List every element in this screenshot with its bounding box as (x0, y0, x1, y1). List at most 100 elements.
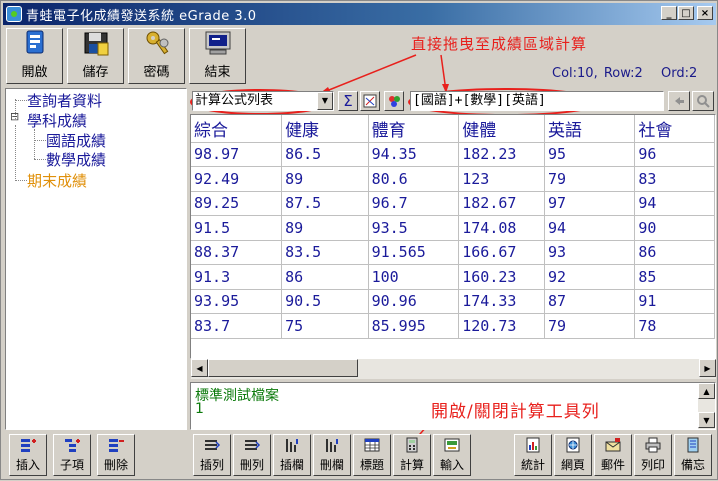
horizontal-scrollbar[interactable]: ◀ ▶ (191, 359, 716, 379)
tree-item-chinese-grades[interactable]: 國語成績 (46, 130, 106, 151)
delete-column-button[interactable]: 刪欄 (313, 434, 351, 476)
grade-cell[interactable]: 92.49 (191, 166, 283, 192)
statistics-button[interactable]: 統計 (514, 434, 552, 476)
column-header[interactable]: 體育 (368, 115, 460, 143)
column-header[interactable]: 社會 (634, 115, 715, 143)
grade-cell[interactable]: 89.25 (191, 191, 283, 216)
grade-cell[interactable]: 86.5 (281, 142, 369, 167)
scroll-right-icon[interactable]: ▶ (699, 359, 716, 377)
delete-row-button[interactable]: 刪列 (233, 434, 271, 476)
grade-cell[interactable]: 87.5 (281, 191, 369, 216)
grade-cell[interactable]: 96 (634, 142, 715, 167)
grade-cell[interactable]: 93.95 (191, 289, 283, 314)
grade-cell[interactable]: 174.08 (458, 215, 545, 241)
web-button[interactable]: 網頁 (554, 434, 592, 476)
grade-cell[interactable]: 174.33 (458, 289, 545, 314)
grade-cell[interactable]: 91.3 (191, 264, 283, 290)
grade-cell[interactable]: 93 (544, 240, 636, 265)
tree-item-subject-grades[interactable]: 學科成績 (27, 110, 87, 131)
delete-node-button[interactable]: 刪除 (97, 434, 135, 476)
grade-cell[interactable]: 75 (281, 313, 369, 339)
grade-cell[interactable]: 91.565 (368, 240, 460, 265)
formula-back-button[interactable] (668, 91, 690, 111)
grade-cell[interactable]: 85.995 (368, 313, 460, 339)
grade-cell[interactable]: 79 (544, 313, 636, 339)
grade-cell[interactable]: 120.73 (458, 313, 545, 339)
grade-cell[interactable]: 182.23 (458, 142, 545, 167)
grade-cell[interactable]: 83.5 (281, 240, 369, 265)
sum-button[interactable]: Σ (338, 91, 358, 111)
scroll-thumb[interactable] (208, 359, 358, 377)
open-button[interactable]: 開啟 (6, 28, 63, 84)
scroll-down-icon[interactable]: ▼ (698, 412, 715, 428)
grade-cell[interactable]: 90.96 (368, 289, 460, 314)
grade-cell[interactable]: 79 (544, 166, 636, 192)
grade-cell[interactable]: 83.7 (191, 313, 283, 339)
minimize-button[interactable]: _ (661, 6, 677, 20)
grade-cell[interactable]: 94.35 (368, 142, 460, 167)
grade-cell[interactable]: 90 (634, 215, 715, 241)
grade-cell[interactable]: 83 (634, 166, 715, 192)
grade-cell[interactable]: 86 (281, 264, 369, 290)
grade-cell[interactable]: 89 (281, 166, 369, 192)
close-button[interactable]: × (697, 6, 713, 20)
chevron-down-icon[interactable]: ▼ (317, 92, 333, 110)
grade-cell[interactable]: 91.5 (191, 215, 283, 241)
formula-find-button[interactable] (692, 91, 714, 111)
grade-cell[interactable]: 78 (634, 313, 715, 339)
column-header[interactable]: 健康 (281, 115, 369, 143)
memo-vertical-scrollbar[interactable]: ▲ ▼ (698, 383, 715, 429)
column-header[interactable]: 健體 (458, 115, 545, 143)
header-button[interactable]: 標題 (353, 434, 391, 476)
grade-cell[interactable]: 97 (544, 191, 636, 216)
insert-node-button[interactable]: 插入 (9, 434, 47, 476)
app-icon[interactable] (6, 6, 22, 22)
column-header[interactable]: 英語 (544, 115, 636, 143)
insert-row-button[interactable]: 插列 (193, 434, 231, 476)
grade-cell[interactable]: 86 (634, 240, 715, 265)
formula-list-combo[interactable]: 計算公式列表 ▼ (192, 91, 334, 111)
grades-grid[interactable]: 綜合 健康 體育 健體 英語 社會 98.97 86.5 94.35 182.23 95… (190, 114, 716, 359)
grade-cell[interactable]: 80.6 (368, 166, 460, 192)
tree-item-math-grades[interactable]: 數學成績 (46, 149, 106, 170)
tree-item-query-info[interactable]: 查詢者資料 (27, 90, 102, 111)
grade-cell[interactable]: 160.23 (458, 264, 545, 290)
grade-cell[interactable]: 98.97 (191, 142, 283, 167)
exit-button[interactable]: 結束 (189, 28, 246, 84)
grade-cell[interactable]: 88.37 (191, 240, 283, 265)
grade-cell[interactable]: 100 (368, 264, 460, 290)
scroll-left-icon[interactable]: ◀ (191, 359, 208, 377)
grade-cell[interactable]: 182.67 (458, 191, 545, 216)
column-header[interactable]: 綜合 (191, 115, 283, 143)
insert-column-button[interactable]: 插欄 (273, 434, 311, 476)
grade-cell[interactable]: 92 (544, 264, 636, 290)
collapse-toggle-icon[interactable]: ⊟ (10, 110, 19, 123)
grade-cell[interactable]: 91 (634, 289, 715, 314)
maximize-button[interactable]: □ (678, 6, 694, 20)
print-button[interactable]: 列印 (634, 434, 672, 476)
save-button[interactable]: 儲存 (67, 28, 124, 84)
title-bar[interactable]: 青蛙電子化成績發送系統 eGrade 3.0 _ □ × (3, 3, 716, 25)
palette-button[interactable] (384, 91, 404, 111)
calculate-button[interactable]: 計算 (393, 434, 431, 476)
memo-button[interactable]: 備忘 (674, 434, 712, 476)
formula-input[interactable]: [國語]+[數學][英語] (410, 91, 664, 111)
scroll-up-icon[interactable]: ▲ (698, 383, 715, 399)
mail-button[interactable]: 郵件 (594, 434, 632, 476)
grade-cell[interactable]: 166.67 (458, 240, 545, 265)
grade-cell[interactable]: 96.7 (368, 191, 460, 216)
grade-cell[interactable]: 94 (544, 215, 636, 241)
input-button[interactable]: 輸入 (433, 434, 471, 476)
grade-cell[interactable]: 85 (634, 264, 715, 290)
add-child-button[interactable]: 子項 (53, 434, 91, 476)
grade-cell[interactable]: 93.5 (368, 215, 460, 241)
grade-cell[interactable]: 87 (544, 289, 636, 314)
chart-button[interactable] (360, 91, 380, 111)
grade-cell[interactable]: 95 (544, 142, 636, 167)
grade-cell[interactable]: 89 (281, 215, 369, 241)
grade-cell[interactable]: 90.5 (281, 289, 369, 314)
tree-item-final-grades[interactable]: 期末成績 (27, 170, 87, 191)
password-button[interactable]: 密碼 (128, 28, 185, 84)
grade-cell[interactable]: 94 (634, 191, 715, 216)
grade-cell[interactable]: 123 (458, 166, 545, 192)
